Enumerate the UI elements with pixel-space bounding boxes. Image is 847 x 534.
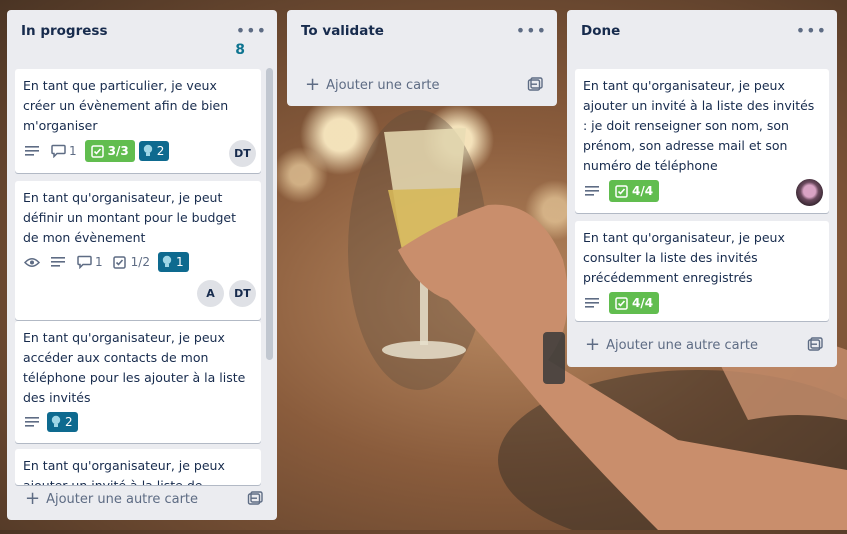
template-icon[interactable]	[807, 337, 823, 353]
checklist-count: 4/4	[632, 296, 654, 310]
plugin-count: 2	[156, 144, 165, 158]
card-badges: 4/4	[583, 292, 660, 314]
list-header: Done •••	[575, 20, 829, 42]
comment-icon	[75, 253, 93, 271]
comment-count: 1	[95, 255, 103, 269]
description-icon	[583, 182, 601, 200]
member-avatar[interactable]: DT	[229, 280, 256, 307]
checklist-count: 3/3	[107, 144, 129, 158]
checklist-icon	[615, 184, 628, 198]
list-title[interactable]: To validate	[295, 23, 384, 39]
card-badges: 1 1/2 1	[23, 252, 189, 272]
plus-icon: +	[25, 488, 41, 509]
description-icon	[49, 253, 67, 271]
list-in-progress: In progress ••• 8 En tant que particulie…	[7, 10, 277, 520]
add-card-row: + Ajouter une carte	[295, 73, 549, 97]
eye-icon	[23, 253, 41, 271]
bulb-icon	[162, 255, 172, 267]
add-card-row: + Ajouter une autre carte	[575, 333, 829, 357]
list-title[interactable]: In progress	[15, 23, 107, 39]
ellipsis-icon[interactable]: •••	[516, 23, 549, 39]
card-title: En tant qu'organisateur, je peux ajouter…	[583, 78, 815, 173]
member-avatar[interactable]	[796, 179, 823, 206]
ellipsis-icon[interactable]: •••	[796, 23, 829, 39]
add-card-button[interactable]: + Ajouter une autre carte	[15, 490, 198, 508]
card-badges: 4/4	[583, 180, 660, 202]
comments-badge: 1	[75, 253, 103, 271]
card-badges: 1 3/3 2	[23, 140, 170, 162]
checklist-icon	[111, 253, 129, 271]
card[interactable]: En tant qu'organisateur, je peut définir…	[15, 181, 261, 320]
ellipsis-icon[interactable]: •••	[236, 23, 269, 39]
checklist-badge: 3/3	[84, 140, 135, 162]
plugin-badge: 1	[157, 252, 189, 272]
list-scrollbar[interactable]	[266, 68, 273, 360]
checklist-icon	[90, 144, 104, 158]
bulb-icon	[143, 144, 152, 156]
comments-badge: 1	[49, 142, 77, 160]
checklist-count: 1/2	[130, 255, 150, 269]
add-card-label: Ajouter une autre carte	[606, 337, 759, 353]
plugin-badge: 2	[47, 412, 78, 432]
add-card-row: + Ajouter une autre carte	[15, 487, 269, 511]
list-header: To validate •••	[295, 20, 549, 42]
plugin-count: 2	[65, 415, 73, 429]
card-title: En tant qu'organisateur, je peut définir…	[23, 190, 237, 245]
member-avatar[interactable]: DT	[229, 140, 256, 167]
kanban-board: In progress ••• 8 En tant que particulie…	[0, 0, 847, 530]
comment-count: 1	[69, 144, 77, 158]
checklist-icon	[615, 296, 628, 310]
card-title: En tant que particulier, je veux créer u…	[23, 78, 229, 133]
card[interactable]: En tant qu'organisateur, je peux ajouter…	[575, 69, 829, 213]
template-icon[interactable]	[247, 491, 263, 507]
checklist-count: 4/4	[632, 184, 654, 198]
plus-icon: +	[305, 74, 321, 95]
card[interactable]: En tant qu'organisateur, je peux accéder…	[15, 321, 261, 443]
plus-icon: +	[585, 334, 601, 355]
checklist-badge: 1/2	[111, 253, 150, 271]
bulb-icon	[51, 415, 61, 427]
checklist-badge: 4/4	[609, 292, 660, 314]
plugin-badge: 2	[138, 141, 170, 161]
add-card-label: Ajouter une autre carte	[46, 491, 199, 507]
add-card-button[interactable]: + Ajouter une autre carte	[575, 336, 758, 354]
card[interactable]: En tant que particulier, je veux créer u…	[15, 69, 261, 173]
add-card-label: Ajouter une carte	[326, 77, 440, 93]
card[interactable]: En tant qu'organisateur, je peux ajouter…	[15, 449, 261, 485]
comment-icon	[49, 142, 67, 160]
card-title: En tant qu'organisateur, je peux ajouter…	[23, 458, 225, 485]
list-to-validate: To validate ••• + Ajouter une carte	[287, 10, 557, 106]
template-icon[interactable]	[527, 77, 543, 93]
description-icon	[23, 142, 41, 160]
list-title[interactable]: Done	[575, 23, 620, 39]
plugin-count: 1	[175, 255, 184, 269]
description-icon	[583, 294, 601, 312]
add-card-button[interactable]: + Ajouter une carte	[295, 76, 440, 94]
card[interactable]: En tant qu'organisateur, je peux consult…	[575, 221, 829, 321]
checklist-badge: 4/4	[609, 180, 660, 202]
description-icon	[23, 413, 41, 431]
card-badges: 2	[23, 412, 78, 432]
card-title: En tant qu'organisateur, je peux consult…	[583, 230, 785, 285]
card-count-badge: 8	[235, 42, 245, 58]
member-avatar[interactable]: A	[197, 280, 224, 307]
list-header: In progress •••	[15, 20, 269, 42]
list-done: Done ••• En tant qu'organisateur, je peu…	[567, 10, 837, 367]
card-title: En tant qu'organisateur, je peux accéder…	[23, 330, 246, 405]
